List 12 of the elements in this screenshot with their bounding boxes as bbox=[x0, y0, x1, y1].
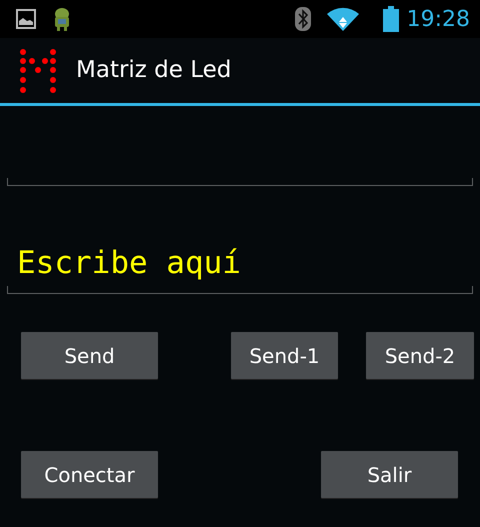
action-button[interactable]: Send-2 bbox=[366, 332, 474, 379]
action-button[interactable]: Salir bbox=[321, 451, 458, 498]
action-button[interactable]: Conectar bbox=[21, 451, 158, 498]
action-button[interactable]: Send bbox=[21, 332, 158, 379]
robot-icon bbox=[52, 7, 72, 31]
clock-text: 19:28 bbox=[406, 6, 470, 34]
action-button[interactable]: Send-1 bbox=[231, 332, 338, 379]
app-title: Matriz de Led bbox=[76, 56, 232, 86]
bluetooth-icon bbox=[294, 7, 311, 31]
gallery-icon bbox=[16, 9, 36, 29]
battery-icon bbox=[382, 6, 399, 32]
wifi-icon bbox=[326, 7, 359, 31]
